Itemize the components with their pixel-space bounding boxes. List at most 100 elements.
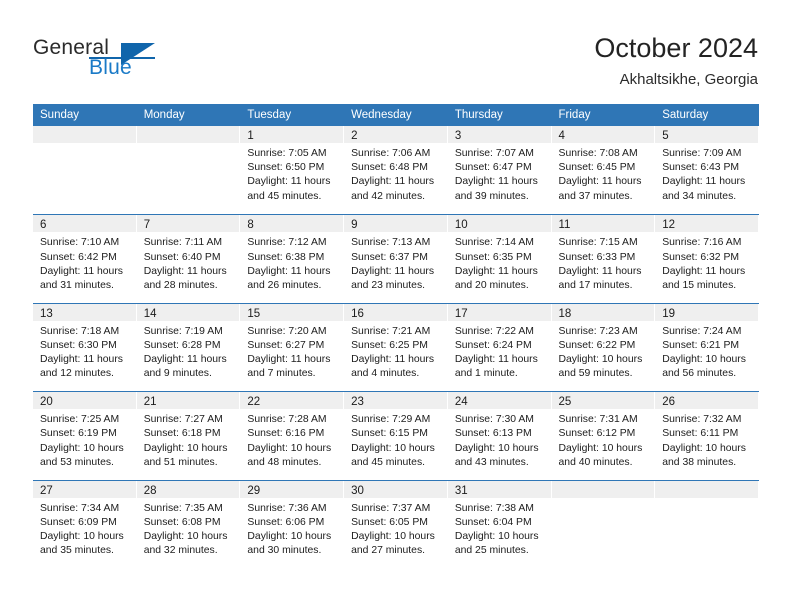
daylight-duration-line1: Daylight: 11 hours (247, 265, 331, 277)
day-cell[interactable]: 5 Sunrise: 7:09 AM Sunset: 6:43 PM Daylight… (655, 126, 759, 215)
day-cell[interactable]: 11 Sunrise: 7:15 AM Sunset: 6:33 PM Dayligh… (551, 215, 656, 303)
day-number-band: 13 (33, 303, 136, 321)
daylight-duration-line1: Daylight: 11 hours (351, 176, 435, 188)
day-number-band: 16 (344, 303, 447, 321)
day-number-band: 5 (655, 126, 758, 143)
day-details: Sunrise: 7:29 AM Sunset: 6:15 PM Daylight:… (344, 409, 447, 470)
day-number: 4 (558, 130, 565, 142)
day-number-band: 19 (655, 303, 758, 321)
day-cell[interactable]: 14 Sunrise: 7:19 AM Sunset: 6:28 PM Dayligh… (136, 303, 241, 392)
day-number-band: 10 (447, 215, 551, 233)
daylight-duration-line1: Daylight: 10 hours (662, 354, 746, 366)
day-cell[interactable]: 24 Sunrise: 7:30 AM Sunset: 6:13 PM Dayligh… (447, 392, 552, 480)
day-cell[interactable]: 30 Sunrise: 7:37 AM Sunset: 6:05 PM Dayligh… (344, 480, 448, 568)
day-cell[interactable]: 15 Sunrise: 7:20 AM Sunset: 6:27 PM Dayligh… (240, 303, 345, 392)
day-number: 7 (143, 219, 151, 232)
daylight-duration-line1: Daylight: 11 hours (454, 176, 538, 188)
day-cell[interactable]: 7 Sunrise: 7:11 AM Sunset: 6:40 PM Daylight… (136, 215, 241, 303)
day-details: Sunrise: 7:36 AM Sunset: 6:06 PM Daylight:… (240, 498, 343, 559)
day-number-band (655, 480, 758, 498)
day-number: 12 (662, 219, 676, 232)
day-details: Sunrise: 7:21 AM Sunset: 6:25 PM Daylight:… (344, 321, 447, 382)
day-cell[interactable]: 10 Sunrise: 7:14 AM Sunset: 6:35 PM Dayligh… (447, 215, 552, 303)
sunset-time: Sunset: 6:47 PM (454, 162, 532, 174)
day-cell[interactable]: 1 Sunrise: 7:05 AM Sunset: 6:50 PM Daylight… (240, 126, 345, 215)
day-number-band: 28 (136, 480, 240, 498)
day-cell[interactable]: 6 Sunrise: 7:10 AM Sunset: 6:42 PM Daylight… (33, 215, 137, 303)
day-cell[interactable]: 13 Sunrise: 7:18 AM Sunset: 6:30 PM Dayligh… (33, 303, 137, 392)
daylight-duration-line2: and 7 minutes. (247, 368, 316, 380)
daylight-duration-line2: and 25 minutes. (454, 545, 529, 557)
day-cell[interactable]: 29 Sunrise: 7:36 AM Sunset: 6:06 PM Dayligh… (240, 480, 345, 568)
day-cell[interactable]: 3 Sunrise: 7:07 AM Sunset: 6:47 PM Daylight… (447, 126, 552, 215)
general-blue-logo: General Blue (33, 36, 183, 84)
sunrise-time: Sunrise: 7:13 AM (351, 237, 431, 249)
daylight-duration-line1: Daylight: 10 hours (247, 442, 332, 454)
sunset-time: Sunset: 6:08 PM (143, 516, 221, 528)
day-cell[interactable]: 23 Sunrise: 7:29 AM Sunset: 6:15 PM Dayligh… (344, 392, 448, 480)
week-row: 27 Sunrise: 7:34 AM Sunset: 6:09 PM Dayligh… (33, 479, 759, 568)
sunrise-time: Sunrise: 7:25 AM (40, 414, 120, 426)
day-details: Sunrise: 7:27 AM Sunset: 6:18 PM Daylight:… (137, 409, 240, 470)
day-details: Sunrise: 7:34 AM Sunset: 6:09 PM Daylight:… (33, 498, 136, 559)
sunset-time: Sunset: 6:22 PM (558, 339, 636, 351)
day-cell[interactable]: 25 Sunrise: 7:31 AM Sunset: 6:12 PM Dayligh… (551, 392, 656, 480)
sunrise-time: Sunrise: 7:36 AM (247, 502, 327, 514)
page-title: October 2024 (594, 33, 758, 63)
day-cell[interactable]: 18 Sunrise: 7:23 AM Sunset: 6:22 PM Dayligh… (551, 303, 656, 392)
sunrise-time: Sunrise: 7:14 AM (454, 237, 534, 249)
day-cell[interactable]: 9 Sunrise: 7:13 AM Sunset: 6:37 PM Daylight… (344, 215, 448, 303)
day-details: Sunrise: 7:24 AM Sunset: 6:21 PM Daylight:… (655, 321, 758, 382)
daylight-duration-line1: Daylight: 11 hours (454, 354, 538, 366)
day-number-band: 15 (240, 303, 344, 321)
weekday-header-wednesday: Wednesday (351, 109, 412, 121)
day-cell[interactable]: 28 Sunrise: 7:35 AM Sunset: 6:08 PM Dayligh… (136, 480, 241, 568)
day-details: Sunrise: 7:32 AM Sunset: 6:11 PM Daylight:… (655, 409, 758, 470)
day-cell[interactable]: 20 Sunrise: 7:25 AM Sunset: 6:19 PM Dayligh… (33, 392, 137, 480)
day-number-band: 1 (240, 126, 344, 143)
day-number: 11 (558, 219, 571, 232)
weekday-header-monday: Monday (143, 109, 185, 121)
daylight-duration-line1: Daylight: 10 hours (454, 442, 539, 454)
day-number-band: 25 (551, 392, 655, 410)
day-cell[interactable]: 22 Sunrise: 7:28 AM Sunset: 6:16 PM Dayligh… (240, 392, 345, 480)
daylight-duration-line2: and 28 minutes. (143, 280, 218, 291)
daylight-duration-line2: and 39 minutes. (454, 190, 529, 202)
day-cell[interactable]: 16 Sunrise: 7:21 AM Sunset: 6:25 PM Dayligh… (344, 303, 448, 392)
sunset-time: Sunset: 6:25 PM (351, 339, 428, 351)
sunrise-time: Sunrise: 7:27 AM (143, 414, 223, 426)
day-number: 25 (558, 396, 572, 409)
sunset-time: Sunset: 6:35 PM (454, 251, 532, 263)
sunset-time: Sunset: 6:27 PM (247, 339, 325, 351)
day-cell-empty (655, 480, 759, 568)
daylight-duration-line2: and 32 minutes. (143, 545, 218, 557)
day-cell[interactable]: 21 Sunrise: 7:27 AM Sunset: 6:18 PM Dayligh… (136, 392, 241, 480)
day-number-band: 12 (655, 215, 758, 233)
week-row: 20 Sunrise: 7:25 AM Sunset: 6:19 PM Dayligh… (33, 391, 759, 480)
day-cell[interactable]: 8 Sunrise: 7:12 AM Sunset: 6:38 PM Daylight… (240, 215, 345, 303)
day-cell[interactable]: 12 Sunrise: 7:16 AM Sunset: 6:32 PM Dayligh… (655, 215, 759, 303)
day-cell[interactable]: 26 Sunrise: 7:32 AM Sunset: 6:11 PM Dayligh… (655, 392, 759, 480)
day-cell[interactable]: 19 Sunrise: 7:24 AM Sunset: 6:21 PM Dayligh… (655, 303, 759, 392)
day-cell[interactable]: 31 Sunrise: 7:38 AM Sunset: 6:04 PM Dayligh… (447, 480, 552, 568)
sunrise-time: Sunrise: 7:05 AM (247, 148, 327, 159)
day-number-band: 17 (447, 303, 551, 321)
week-row: 6 Sunrise: 7:10 AM Sunset: 6:42 PM Daylight… (33, 214, 759, 303)
day-cell[interactable]: 17 Sunrise: 7:22 AM Sunset: 6:24 PM Dayligh… (447, 303, 552, 392)
sunset-time: Sunset: 6:32 PM (662, 251, 740, 263)
day-number: 13 (40, 307, 53, 320)
sunset-time: Sunset: 6:05 PM (351, 516, 428, 528)
daylight-duration-line2: and 20 minutes. (454, 280, 529, 291)
day-cell[interactable]: 2 Sunrise: 7:06 AM Sunset: 6:48 PM Daylight… (344, 126, 448, 215)
daylight-duration-line2: and 42 minutes. (351, 190, 426, 202)
day-details: Sunrise: 7:35 AM Sunset: 6:08 PM Daylight:… (137, 498, 240, 559)
day-cell[interactable]: 4 Sunrise: 7:08 AM Sunset: 6:45 PM Daylight… (551, 126, 656, 215)
daylight-duration-line1: Daylight: 11 hours (662, 265, 746, 277)
daylight-duration-line2: and 35 minutes. (40, 545, 114, 557)
daylight-duration-line2: and 40 minutes. (558, 456, 633, 468)
day-details: Sunrise: 7:07 AM Sunset: 6:47 PM Daylight:… (448, 143, 551, 204)
day-cell[interactable]: 27 Sunrise: 7:34 AM Sunset: 6:09 PM Dayligh… (33, 480, 137, 568)
sunrise-time: Sunrise: 7:24 AM (662, 325, 742, 337)
daylight-duration-line2: and 34 minutes. (662, 190, 737, 202)
day-number-band: 30 (344, 480, 447, 498)
